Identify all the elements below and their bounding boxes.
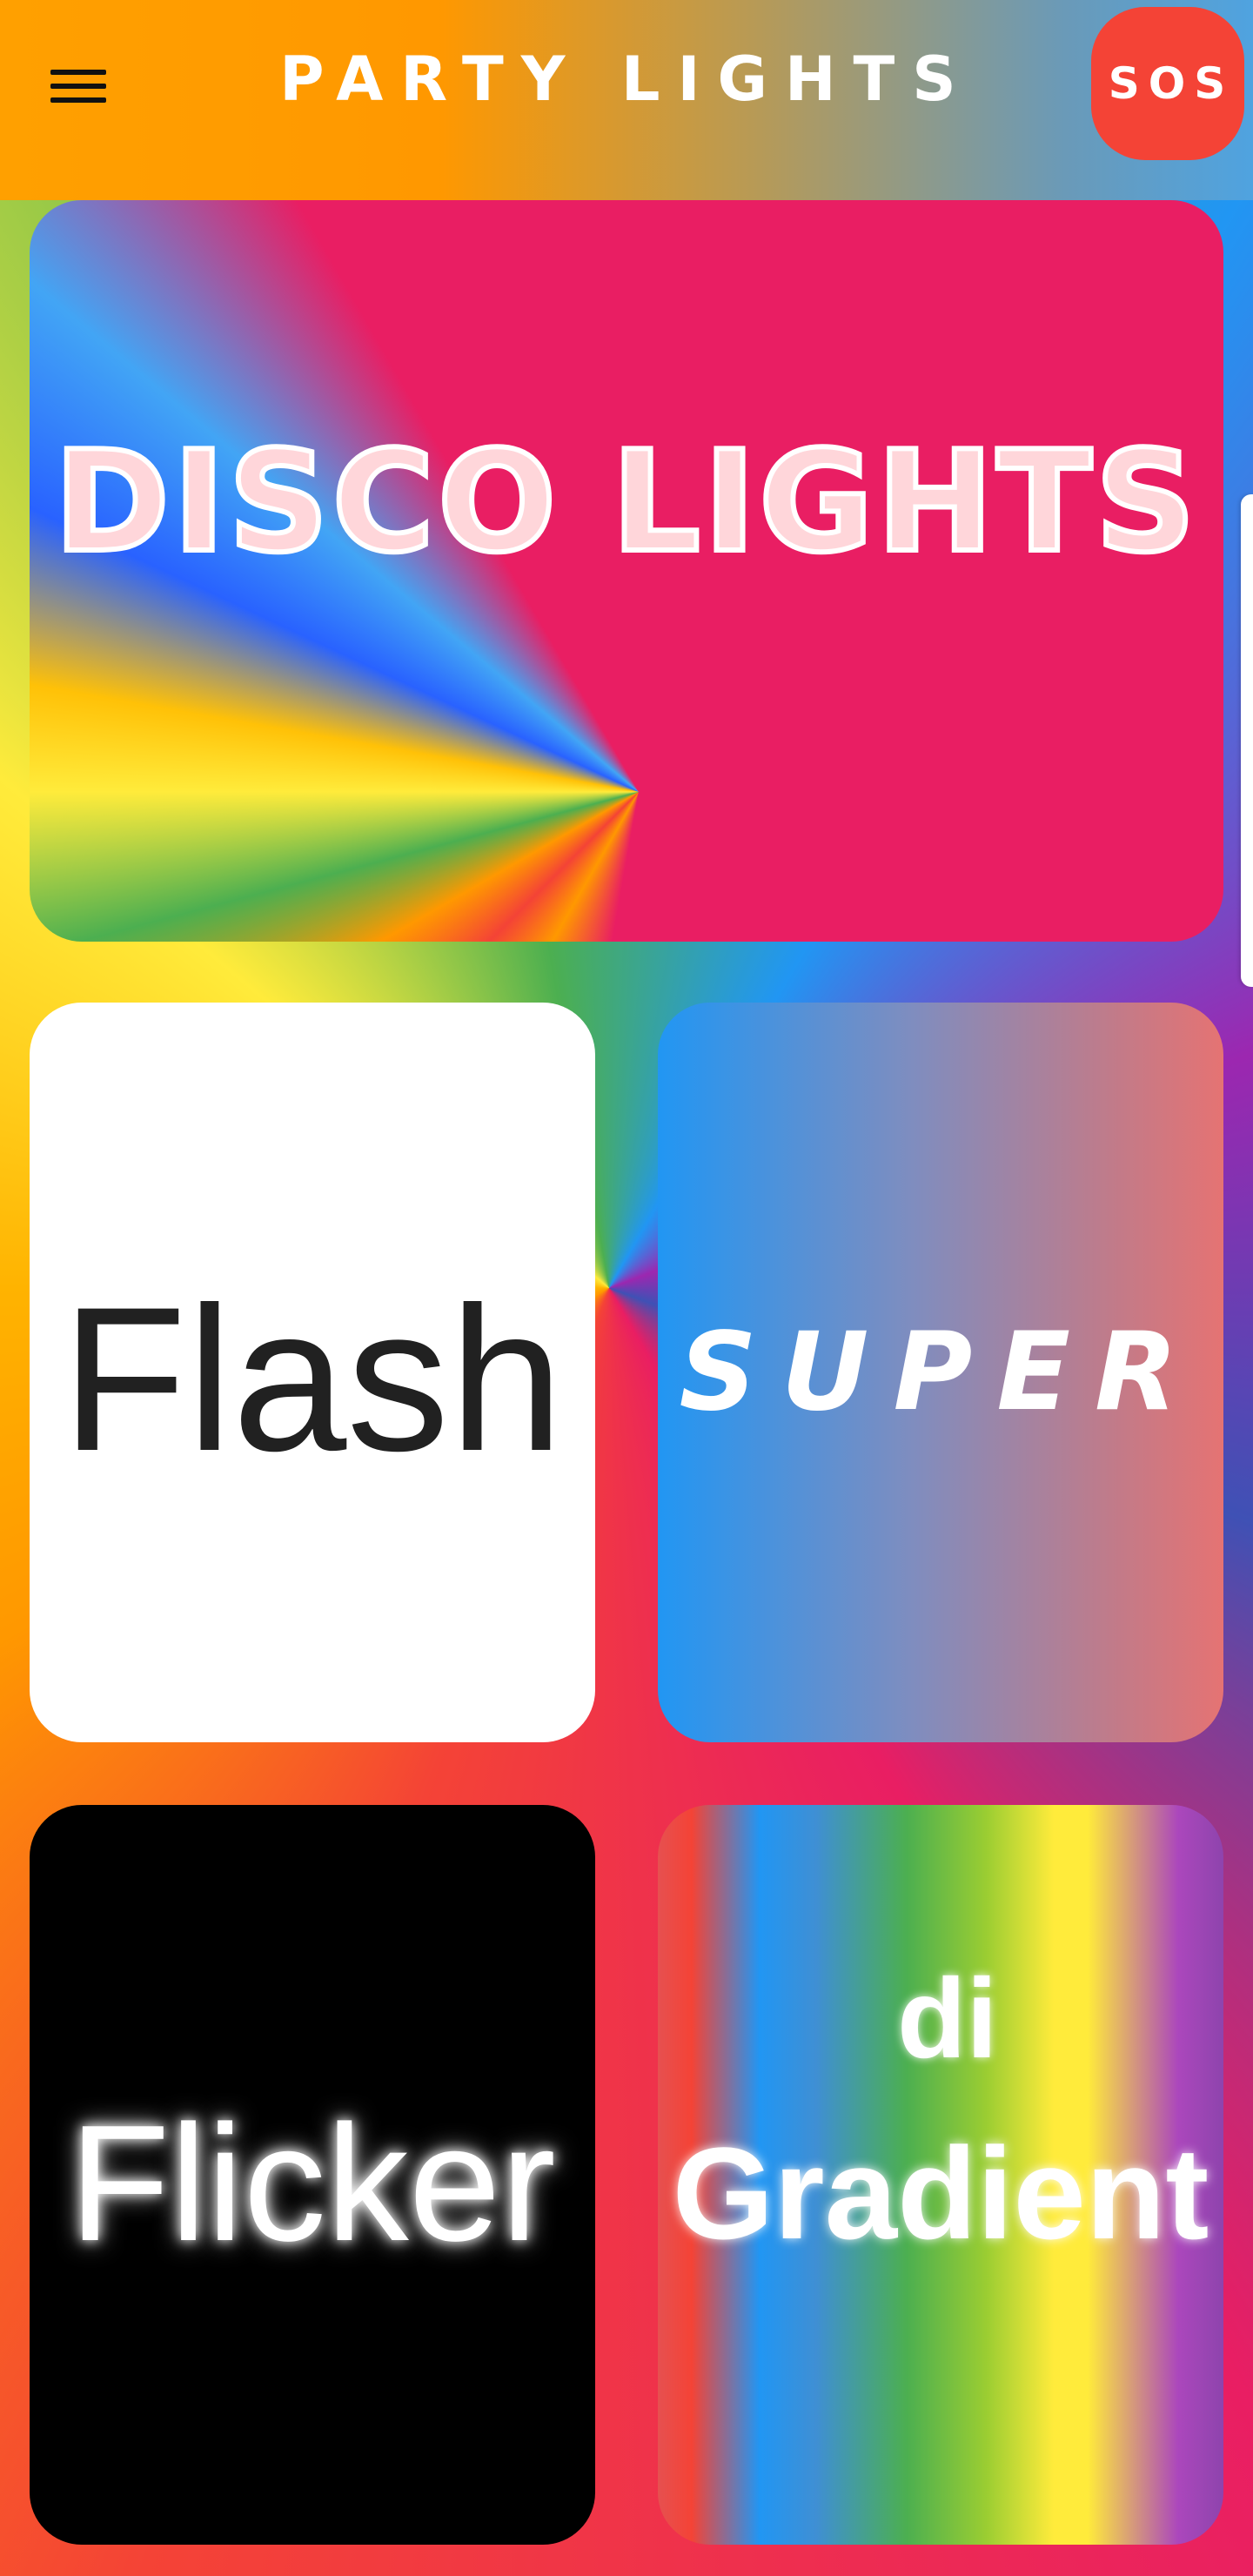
edge-panel-handle[interactable] <box>1241 494 1253 987</box>
gradient-content: di Gradient <box>658 1805 1223 2545</box>
gradient-tile[interactable]: di Gradient <box>658 1805 1223 2545</box>
disco-lights-tile[interactable]: DISCO LIGHTS <box>30 200 1223 942</box>
menu-line <box>50 70 106 75</box>
flash-tile[interactable]: Flash <box>30 1003 595 1742</box>
gradient-label: Gradient <box>672 2120 1209 2266</box>
app-title: PARTY LIGHTS <box>279 44 974 115</box>
flicker-tile[interactable]: Flicker <box>30 1805 595 2545</box>
gradient-overlay-text: di <box>897 1955 998 2082</box>
hamburger-menu-icon[interactable] <box>50 56 122 117</box>
flash-label: Flash <box>61 1265 564 1494</box>
menu-line <box>50 84 106 89</box>
sos-button[interactable]: SOS <box>1091 7 1244 160</box>
super-label: SUPER <box>679 1310 1203 1435</box>
menu-line <box>50 97 106 103</box>
app-screen: PARTY LIGHTS SOS DISCO LIGHTS Flash SUPE… <box>0 0 1253 2576</box>
super-tile[interactable]: SUPER <box>658 1003 1223 1742</box>
flicker-label: Flicker <box>69 2091 556 2276</box>
disco-lights-label: DISCO LIGHTS <box>51 418 1199 586</box>
